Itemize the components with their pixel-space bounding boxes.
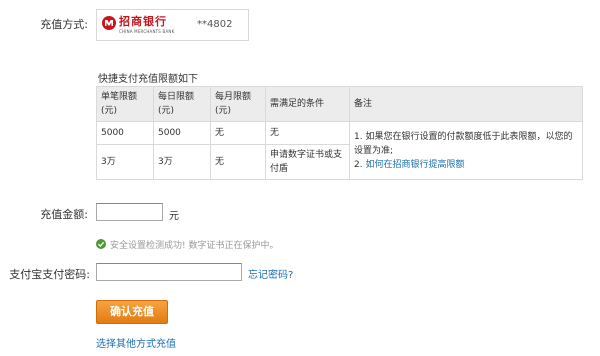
- table-cell: 3万: [153, 144, 211, 180]
- confirm-recharge-button[interactable]: 确认充值: [96, 300, 168, 324]
- table-cell: 无: [265, 121, 350, 145]
- table-cell: 5000: [153, 121, 211, 145]
- raise-limit-link[interactable]: 如何在招商银行提高限额: [365, 160, 464, 170]
- header-daily-limit: 每日限额(元): [153, 86, 211, 122]
- amount-input[interactable]: [96, 203, 163, 221]
- table-row: 5000 5000 无 无 1. 如果您在银行设置的付款额度低于此表限额，以您的…: [96, 121, 583, 180]
- security-status: 安全设置检测成功! 数字证书正在保护中。: [110, 241, 279, 251]
- limits-title: 快捷支付充值限额如下: [98, 74, 198, 85]
- table-cell: 无: [210, 121, 266, 145]
- header-single-limit: 单笔限额(元): [96, 86, 154, 122]
- check-icon: [96, 239, 106, 249]
- forgot-password-link[interactable]: 忘记密码?: [248, 266, 293, 281]
- remark-line-2-prefix: 2.: [354, 159, 366, 170]
- header-monthly-limit: 每月限额(元): [210, 86, 266, 122]
- bank-card-selector[interactable]: 招商银行 CHINA MERCHANTS BANK **4802: [96, 9, 249, 41]
- amount-unit: 元: [169, 211, 179, 222]
- remark-cell: 1. 如果您在银行设置的付款额度低于此表限额，以您的设置为准; 2. 如何在招商…: [349, 121, 583, 180]
- other-method-link[interactable]: 选择其他方式充值: [96, 335, 176, 350]
- cmb-logo-icon: [102, 16, 116, 30]
- remark-line-1: 1. 如果您在银行设置的付款额度低于此表限额，以您的设置为准;: [354, 131, 573, 156]
- bank-name-en: CHINA MERCHANTS BANK: [119, 29, 175, 34]
- password-input[interactable]: [96, 263, 242, 281]
- header-condition: 需满足的条件: [265, 86, 350, 122]
- bank-name-cn: 招商银行: [119, 15, 167, 28]
- recharge-method-label: 充值方式:: [40, 18, 88, 31]
- header-remark: 备注: [349, 86, 583, 122]
- limits-table: 单笔限额(元) 每日限额(元) 每月限额(元) 需满足的条件 备注 5000 5…: [96, 86, 583, 180]
- password-label: 支付宝支付密码:: [9, 268, 90, 281]
- table-cell: 5000: [96, 121, 154, 145]
- card-number: **4802: [197, 19, 233, 30]
- remark-line-2: 2. 如何在招商银行提高限额: [354, 158, 578, 172]
- table-cell: 申请数字证书或支付盾: [265, 144, 350, 180]
- table-cell: 无: [210, 144, 266, 180]
- table-cell: 3万: [96, 144, 154, 180]
- table-header-row: 单笔限额(元) 每日限额(元) 每月限额(元) 需满足的条件 备注: [96, 86, 583, 122]
- amount-label: 充值金额:: [40, 208, 88, 221]
